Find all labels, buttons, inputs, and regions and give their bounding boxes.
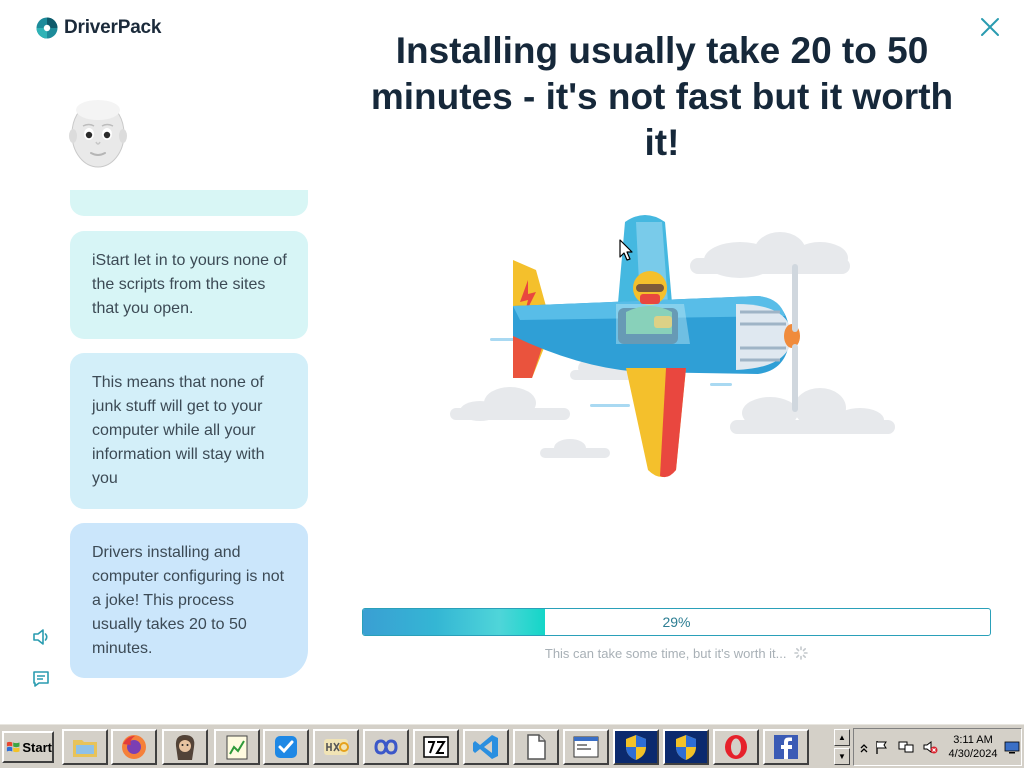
taskbar-facebook-button[interactable] xyxy=(763,729,809,765)
airplane-illustration xyxy=(450,215,895,478)
system-tray: 3:11 AM 4/30/2024 xyxy=(853,728,1022,766)
taskbar-window-button[interactable] xyxy=(563,729,609,765)
start-label: Start xyxy=(22,739,52,755)
windows-flag-icon xyxy=(6,741,20,753)
progress-hint: This can take some time, but it's worth … xyxy=(362,646,991,661)
action-center-flag-icon[interactable] xyxy=(874,739,890,755)
show-desktop-icon[interactable] xyxy=(1004,739,1020,755)
taskbar-scroll-up-icon[interactable]: ▲ xyxy=(834,729,850,746)
firefox-icon xyxy=(122,735,146,759)
taskbar-file-button[interactable] xyxy=(513,729,559,765)
loading-spinner-icon xyxy=(794,646,808,660)
taskbar-clock[interactable]: 3:11 AM 4/30/2024 xyxy=(946,733,1000,761)
taskbar-infinity-button[interactable] xyxy=(363,729,409,765)
portrait-icon xyxy=(175,735,195,760)
taskbar-scroll-down-icon[interactable]: ▼ xyxy=(834,748,850,765)
chat-bubble-partial xyxy=(70,190,308,216)
taskbar-uac-button-2[interactable] xyxy=(663,729,709,765)
explorer-icon xyxy=(73,740,97,757)
taskbar-task-button[interactable] xyxy=(263,729,309,765)
chat-icon[interactable] xyxy=(31,669,51,689)
taskbar-firefox-button[interactable] xyxy=(111,729,157,765)
assistant-avatar xyxy=(69,100,127,168)
progress-hint-text: This can take some time, but it's worth … xyxy=(544,646,787,661)
network-icon[interactable] xyxy=(898,739,914,755)
taskbar-7zip-button[interactable] xyxy=(413,729,459,765)
window-app-icon xyxy=(573,736,599,758)
file-icon xyxy=(527,734,546,760)
chat-feed[interactable]: iStart let in to yours none of the scrip… xyxy=(70,190,308,690)
infinity-icon xyxy=(374,739,398,755)
uac-shield-icon xyxy=(626,735,646,760)
taskbar-scroll: ▲ ▼ xyxy=(834,729,850,765)
speaker-icon[interactable] xyxy=(31,627,51,647)
mouse-cursor-icon xyxy=(619,239,633,261)
clock-date: 4/30/2024 xyxy=(948,748,998,760)
volume-muted-icon[interactable] xyxy=(922,739,938,755)
app-name: DriverPack xyxy=(64,17,162,38)
taskbar-portrait-button[interactable] xyxy=(162,729,208,765)
taskbar-hxd-button[interactable] xyxy=(313,729,359,765)
vscode-icon xyxy=(473,735,498,759)
taskbar-explorer-button[interactable] xyxy=(62,729,108,765)
taskbar-uac-button[interactable] xyxy=(613,729,659,765)
driverpack-window: DriverPack iStart let in to yours none o… xyxy=(0,0,1024,722)
driverpack-logo[interactable]: DriverPack xyxy=(36,17,161,39)
page-title: Installing usually take 20 to 50 minutes… xyxy=(370,30,954,163)
tray-expand-icon[interactable] xyxy=(856,739,872,755)
taskbar-opera-button[interactable] xyxy=(713,729,759,765)
taskbar-notepad-button[interactable] xyxy=(214,729,260,765)
driverpack-logo-icon xyxy=(36,17,58,39)
install-progress-bar: 29% xyxy=(362,608,991,636)
7zip-icon xyxy=(423,736,449,758)
hxd-icon xyxy=(324,739,349,755)
task-check-icon xyxy=(275,736,297,758)
start-button[interactable]: Start xyxy=(2,731,54,763)
chat-bubble: This means that none of junk stuff will … xyxy=(70,353,308,509)
close-icon[interactable] xyxy=(978,15,1002,39)
chat-bubble: iStart let in to yours none of the scrip… xyxy=(70,231,308,339)
chat-bubble: Drivers installing and computer configur… xyxy=(70,523,308,678)
clock-time: 3:11 AM xyxy=(953,734,993,746)
uac-shield-icon xyxy=(676,735,696,760)
opera-icon xyxy=(725,735,747,759)
facebook-icon xyxy=(774,735,798,759)
notepad-chart-icon xyxy=(226,735,248,760)
taskbar-vscode-button[interactable] xyxy=(463,729,509,765)
progress-percent: 29% xyxy=(662,614,691,630)
taskbar: Start ▲ ▼ 3:11 AM 4/30/2024 xyxy=(0,722,1024,768)
